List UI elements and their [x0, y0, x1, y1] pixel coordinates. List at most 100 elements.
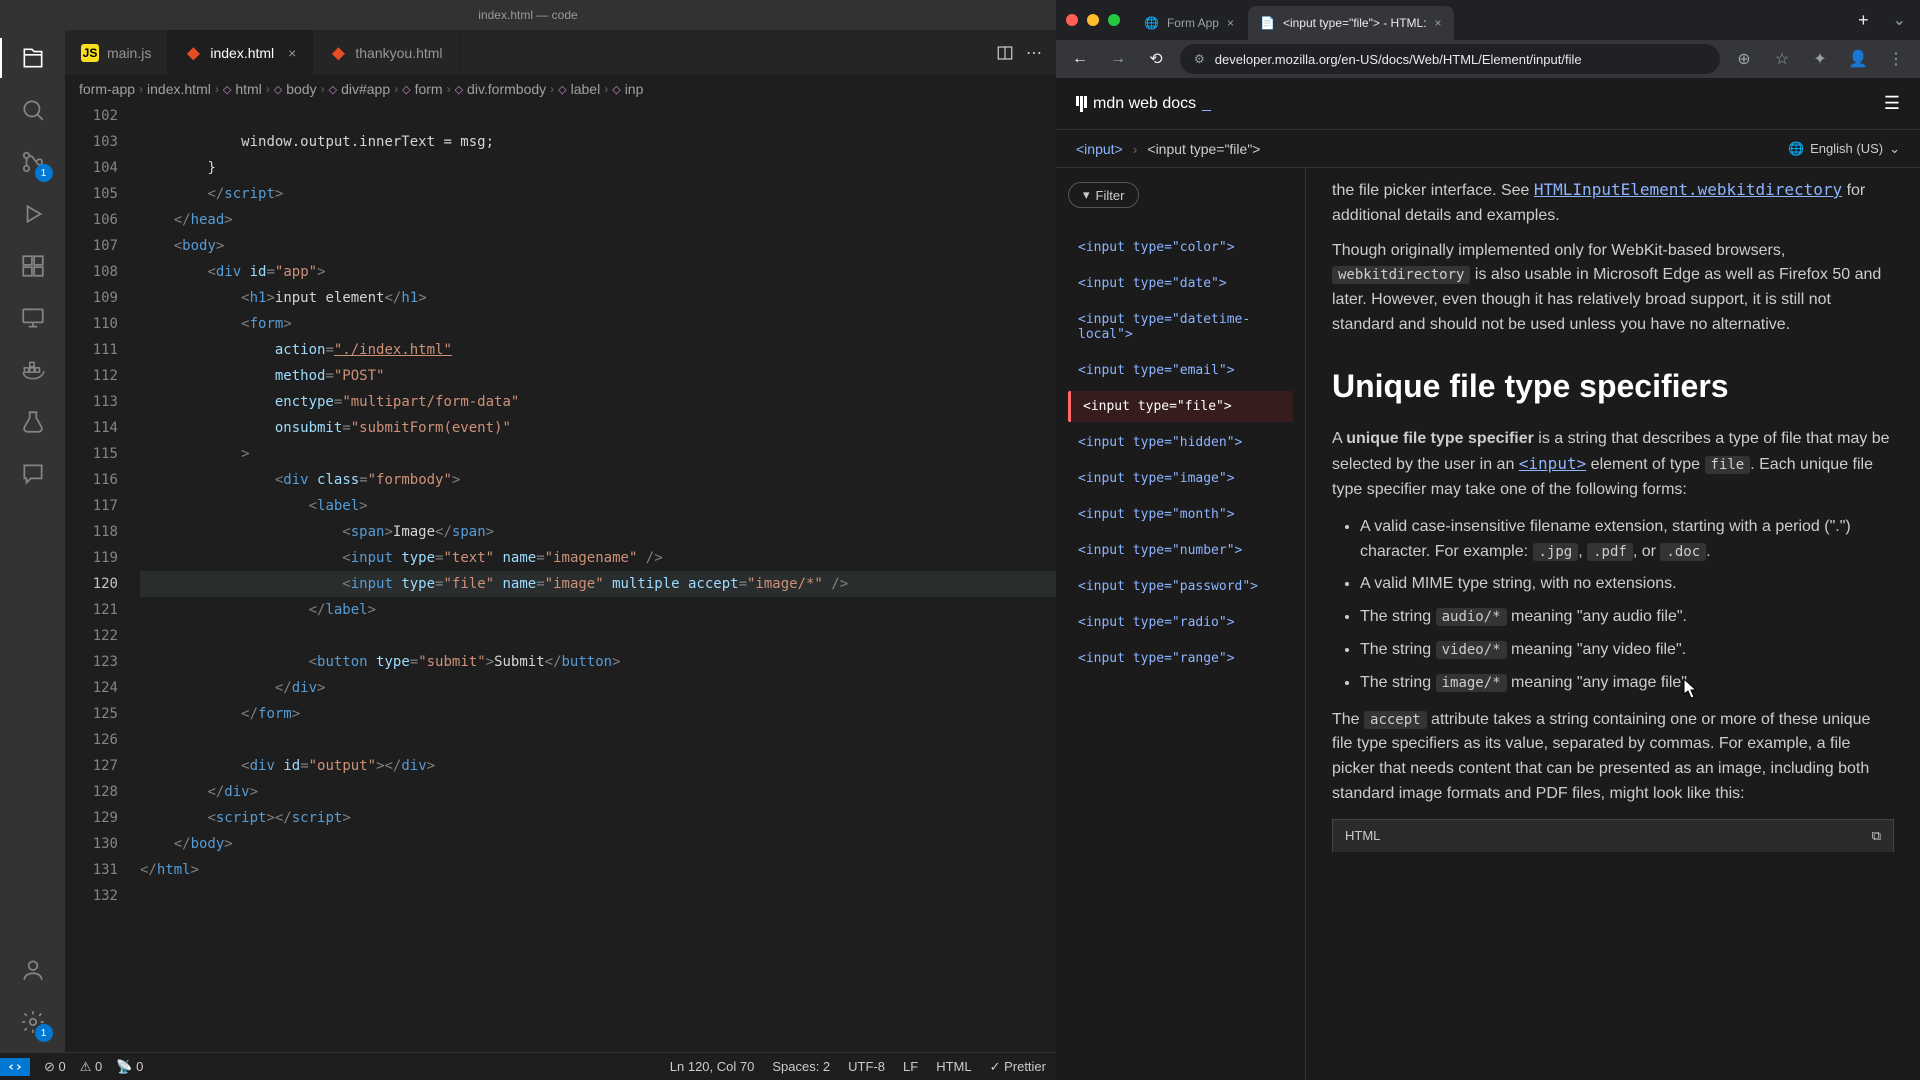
breadcrumb-item[interactable]: ◇html: [223, 81, 262, 97]
sidebar-nav-item[interactable]: <input type="month">: [1068, 499, 1293, 530]
status-encoding[interactable]: UTF-8: [848, 1059, 885, 1074]
sidebar-nav-item[interactable]: <input type="range">: [1068, 643, 1293, 674]
filter-input[interactable]: ▾Filter: [1068, 182, 1139, 208]
sidebar-nav-item[interactable]: <input type="datetime-local">: [1068, 304, 1293, 350]
chevron-right-icon: ›: [266, 82, 270, 96]
browser-window: 🌐Form App×📄<input type="file"> - HTML:× …: [1056, 0, 1920, 1080]
status-warnings[interactable]: ⚠ 0: [80, 1059, 103, 1075]
extensions-icon[interactable]: [17, 250, 49, 282]
new-tab-button[interactable]: +: [1848, 10, 1879, 31]
status-eol[interactable]: LF: [903, 1059, 918, 1074]
js-file-icon: JS: [81, 44, 99, 62]
sidebar-nav-item[interactable]: <input type="image">: [1068, 463, 1293, 494]
address-bar[interactable]: ⚙ developer.mozilla.org/en-US/docs/Web/H…: [1180, 44, 1720, 74]
editor-tab[interactable]: JS main.js: [65, 30, 168, 75]
code-editor[interactable]: 1021031041051061071081091101111121131141…: [65, 103, 1056, 1052]
run-debug-icon[interactable]: [17, 198, 49, 230]
source-control-icon[interactable]: 1: [17, 146, 49, 178]
article-body: the file picker interface. See HTMLInput…: [1306, 168, 1920, 1080]
status-errors[interactable]: ⊘ 0: [44, 1059, 66, 1075]
symbol-icon: ◇: [274, 83, 282, 96]
accounts-icon[interactable]: [17, 954, 49, 986]
activity-bar: 1 1: [0, 30, 65, 1052]
remote-explorer-icon[interactable]: [17, 302, 49, 334]
breadcrumb-item[interactable]: ◇div#app: [329, 81, 391, 97]
html-file-icon: ◆: [184, 44, 202, 62]
chevron-right-icon: ›: [321, 82, 325, 96]
sidebar-nav-item[interactable]: <input type="date">: [1068, 268, 1293, 299]
page-content: mdn web docs_ ☰ <input> › <input type="f…: [1056, 78, 1920, 1080]
profile-icon[interactable]: 👤: [1844, 45, 1872, 73]
testing-icon[interactable]: [17, 406, 49, 438]
sidebar-nav-item[interactable]: <input type="file">: [1068, 391, 1293, 422]
link-webkitdirectory[interactable]: HTMLInputElement.webkitdirectory: [1534, 180, 1842, 199]
back-button[interactable]: ←: [1066, 45, 1094, 73]
hamburger-menu-icon[interactable]: ☰: [1884, 93, 1900, 114]
browser-menu-icon[interactable]: ⋮: [1882, 45, 1910, 73]
browser-tab[interactable]: 📄<input type="file"> - HTML:×: [1248, 6, 1454, 40]
settings-icon[interactable]: 1: [17, 1006, 49, 1038]
more-actions-icon[interactable]: ⋯: [1026, 43, 1042, 63]
breadcrumb-item[interactable]: ◇body: [274, 81, 317, 97]
status-prettier[interactable]: ✓ Prettier: [990, 1059, 1046, 1075]
sidebar-nav-item[interactable]: <input type="number">: [1068, 535, 1293, 566]
heading-unique-specifiers: Unique file type specifiers: [1332, 362, 1894, 412]
comments-icon[interactable]: [17, 458, 49, 490]
status-position[interactable]: Ln 120, Col 70: [670, 1059, 755, 1074]
vscode-window: index.html — code 1 1 JSmain.js◆ind: [0, 0, 1056, 1080]
status-language[interactable]: HTML: [936, 1059, 971, 1074]
copy-icon[interactable]: ⧉: [1872, 826, 1881, 846]
install-app-icon[interactable]: ⊕: [1730, 45, 1758, 73]
breadcrumb-item[interactable]: ◇inp: [612, 81, 643, 97]
forward-button[interactable]: →: [1104, 45, 1132, 73]
close-window-icon[interactable]: [1066, 14, 1078, 26]
tab-label: main.js: [107, 45, 151, 61]
split-editor-icon[interactable]: [996, 44, 1014, 62]
maximize-window-icon[interactable]: [1108, 14, 1120, 26]
status-ports[interactable]: 📡 0: [116, 1059, 143, 1075]
close-tab-icon[interactable]: ×: [288, 45, 296, 61]
code-block-header: HTML⧉: [1332, 819, 1894, 852]
breadcrumb-item[interactable]: ◇div.formbody: [455, 81, 547, 97]
search-icon[interactable]: [17, 94, 49, 126]
favicon-icon: 🌐: [1144, 16, 1159, 30]
close-tab-icon[interactable]: ×: [1227, 16, 1234, 30]
breadcrumb-item[interactable]: ◇label: [558, 81, 600, 97]
bookmark-icon[interactable]: ☆: [1768, 45, 1796, 73]
chevron-down-icon: ⌄: [1889, 141, 1900, 157]
chevron-right-icon: ›: [550, 82, 554, 96]
reload-button[interactable]: ⟲: [1142, 45, 1170, 73]
chevron-right-icon: ›: [604, 82, 608, 96]
link-input-element[interactable]: <input>: [1519, 454, 1586, 473]
sidebar-nav-item[interactable]: <input type="radio">: [1068, 607, 1293, 638]
mdn-sidebar: ▾Filter <input type="color"> <input type=…: [1056, 168, 1306, 1080]
breadcrumb-link[interactable]: <input>: [1076, 141, 1123, 157]
editor-tab[interactable]: ◆index.html×: [168, 30, 313, 75]
tab-title: <input type="file"> - HTML:: [1283, 16, 1427, 30]
extensions-puzzle-icon[interactable]: ✦: [1806, 45, 1834, 73]
breadcrumb-item[interactable]: index.html: [147, 81, 211, 97]
breadcrumb-item[interactable]: ◇form: [402, 81, 442, 97]
status-spaces[interactable]: Spaces: 2: [772, 1059, 830, 1074]
breadcrumb-current: <input type="file">: [1147, 141, 1260, 157]
sidebar-nav-item[interactable]: <input type="color">: [1068, 232, 1293, 263]
sidebar-nav-item[interactable]: <input type="email">: [1068, 355, 1293, 386]
list-item: The string image/* meaning "any image fi…: [1360, 671, 1894, 696]
expand-tabs-icon[interactable]: ⌄: [1879, 10, 1920, 30]
site-info-icon[interactable]: ⚙: [1194, 52, 1205, 66]
minimize-window-icon[interactable]: [1087, 14, 1099, 26]
close-tab-icon[interactable]: ×: [1435, 16, 1442, 30]
language-selector[interactable]: 🌐 English (US) ⌄: [1788, 141, 1900, 157]
docker-icon[interactable]: [17, 354, 49, 386]
window-controls[interactable]: [1066, 14, 1120, 26]
explorer-icon[interactable]: [17, 42, 49, 74]
breadcrumb-item[interactable]: form-app: [79, 81, 135, 97]
tab-title: Form App: [1167, 16, 1219, 30]
browser-tab[interactable]: 🌐 Form App ×: [1132, 6, 1246, 40]
sidebar-nav-item[interactable]: <input type="hidden">: [1068, 427, 1293, 458]
mdn-logo[interactable]: mdn web docs_: [1076, 95, 1211, 113]
breadcrumb[interactable]: form-app › index.html › ◇html › ◇body › ◇div#app…: [65, 75, 1056, 103]
sidebar-nav-item[interactable]: <input type="password">: [1068, 571, 1293, 602]
editor-tab[interactable]: ◆thankyou.html: [313, 30, 459, 75]
remote-indicator[interactable]: [0, 1058, 30, 1076]
